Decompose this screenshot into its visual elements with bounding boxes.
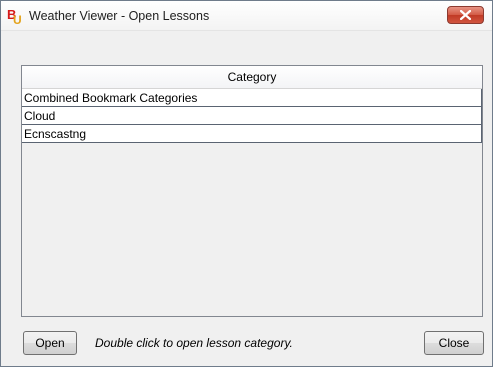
column-header-category[interactable]: Category (22, 66, 482, 89)
list-item[interactable]: Combined Bookmark Categories (22, 89, 482, 107)
hint-text: Double click to open lesson category. (95, 336, 293, 350)
window-title: Weather Viewer - Open Lessons (29, 9, 210, 23)
close-icon (460, 10, 471, 20)
open-button[interactable]: Open (23, 331, 77, 355)
app-logo-icon: BU (7, 7, 22, 27)
dialog-window: BU Weather Viewer - Open Lessons Categor… (0, 0, 493, 367)
list-item[interactable]: Cloud (22, 107, 482, 125)
category-rows: Combined Bookmark Categories Cloud Ecnsc… (22, 89, 482, 143)
category-list[interactable]: Category Combined Bookmark Categories Cl… (21, 65, 483, 317)
title-bar[interactable]: BU Weather Viewer - Open Lessons (1, 1, 492, 31)
list-item[interactable]: Ecnscastng (22, 125, 482, 143)
close-button[interactable]: Close (424, 331, 484, 355)
window-close-button[interactable] (447, 6, 484, 24)
